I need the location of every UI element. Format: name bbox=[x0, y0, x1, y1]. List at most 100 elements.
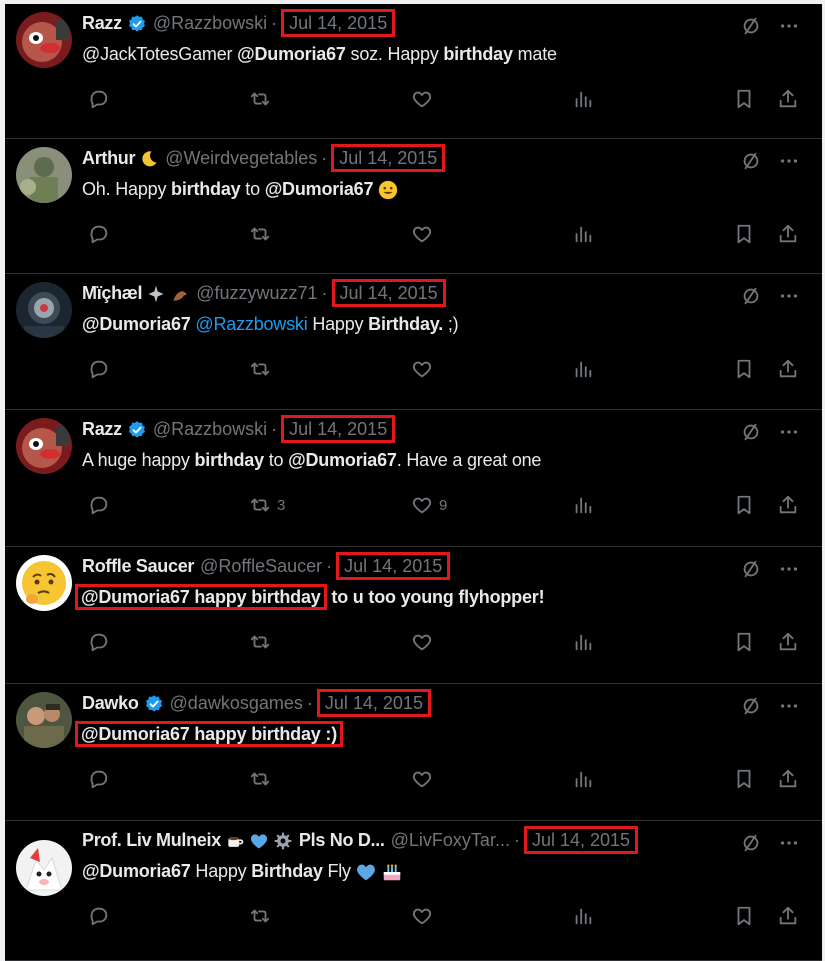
display-name[interactable]: Dawko bbox=[82, 693, 139, 713]
more-icon[interactable] bbox=[778, 150, 800, 172]
views-button[interactable] bbox=[572, 629, 594, 655]
text-fragment[interactable]: @JackTotesGamer bbox=[82, 44, 237, 64]
timestamp-highlighted[interactable]: Jul 14, 2015 bbox=[331, 279, 446, 307]
grok-icon[interactable] bbox=[740, 285, 762, 307]
user-handle[interactable]: @RoffleSaucer bbox=[200, 556, 322, 576]
timestamp-highlighted[interactable]: Jul 14, 2015 bbox=[281, 9, 396, 37]
display-name[interactable]: Roffle Saucer bbox=[82, 556, 194, 576]
bold-text[interactable]: @Dumoria67 bbox=[82, 861, 191, 881]
user-handle[interactable]: @Weirdvegetables bbox=[165, 148, 317, 168]
retweet-button[interactable] bbox=[249, 903, 271, 929]
more-icon[interactable] bbox=[778, 695, 800, 717]
share-button[interactable] bbox=[777, 629, 799, 655]
tweet[interactable]: Prof. Liv Mulneix Pls No D... @LivFoxyTar.… bbox=[5, 821, 822, 961]
display-name[interactable]: Mïçhæl bbox=[82, 283, 143, 303]
retweet-button[interactable] bbox=[249, 86, 271, 112]
bookmark-button[interactable] bbox=[733, 766, 755, 792]
user-handle[interactable]: @fuzzywuzz71 bbox=[196, 283, 317, 303]
user-handle[interactable]: @dawkosgames bbox=[170, 693, 303, 713]
views-button[interactable] bbox=[572, 492, 594, 518]
bookmark-button[interactable] bbox=[733, 903, 755, 929]
display-name[interactable]: Razz bbox=[82, 13, 122, 33]
timestamp-highlighted[interactable]: Jul 14, 2015 bbox=[281, 415, 396, 443]
tweet[interactable]: Roffle Saucer @RoffleSaucer · Jul 14, 2015 @… bbox=[5, 547, 822, 684]
views-button[interactable] bbox=[572, 221, 594, 247]
user-handle[interactable]: @Razzbowski bbox=[153, 419, 267, 439]
avatar[interactable] bbox=[16, 418, 72, 474]
reply-button[interactable] bbox=[88, 221, 110, 247]
bookmark-button[interactable] bbox=[733, 86, 755, 112]
display-name[interactable]: Razz bbox=[82, 419, 122, 439]
more-icon[interactable] bbox=[778, 421, 800, 443]
display-name-suffix[interactable]: Pls No D... bbox=[299, 830, 385, 850]
like-button[interactable] bbox=[411, 766, 433, 792]
bold-text[interactable]: @Dumoria67 bbox=[82, 314, 191, 334]
display-name[interactable]: Arthur bbox=[82, 148, 136, 168]
share-button[interactable] bbox=[777, 766, 799, 792]
like-button[interactable] bbox=[411, 356, 433, 382]
reply-button[interactable] bbox=[88, 356, 110, 382]
tweet[interactable]: Razz @Razzbowski · Jul 14, 2015 @JackTotesGa… bbox=[5, 4, 822, 139]
reply-button[interactable] bbox=[88, 766, 110, 792]
retweet-button[interactable]: 3 bbox=[249, 492, 285, 518]
bookmark-button[interactable] bbox=[733, 492, 755, 518]
bookmark-button[interactable] bbox=[733, 629, 755, 655]
like-button[interactable] bbox=[411, 903, 433, 929]
retweet-button[interactable] bbox=[249, 221, 271, 247]
like-button[interactable] bbox=[411, 86, 433, 112]
bold-text[interactable]: @Dumoria67 bbox=[265, 179, 374, 199]
retweet-button[interactable] bbox=[249, 629, 271, 655]
grok-icon[interactable] bbox=[740, 695, 762, 717]
grok-icon[interactable] bbox=[740, 558, 762, 580]
reply-button[interactable] bbox=[88, 492, 110, 518]
more-icon[interactable] bbox=[778, 15, 800, 37]
bold-text[interactable]: @Dumoria67 bbox=[237, 44, 346, 64]
mention-link[interactable]: @Razzbowski bbox=[195, 314, 307, 334]
tweet[interactable]: Dawko @dawkosgames · Jul 14, 2015 @Dumoria67… bbox=[5, 684, 822, 821]
like-button[interactable] bbox=[411, 221, 433, 247]
retweet-button[interactable] bbox=[249, 356, 271, 382]
like-button[interactable]: 9 bbox=[411, 492, 447, 518]
grok-icon[interactable] bbox=[740, 421, 762, 443]
timestamp-highlighted[interactable]: Jul 14, 2015 bbox=[523, 826, 639, 854]
tweet[interactable]: Razz @Razzbowski · Jul 14, 2015 A huge happy… bbox=[5, 410, 822, 547]
share-button[interactable] bbox=[777, 903, 799, 929]
grok-icon[interactable] bbox=[740, 150, 762, 172]
display-name[interactable]: Prof. Liv Mulneix bbox=[82, 830, 221, 850]
more-icon[interactable] bbox=[778, 832, 800, 854]
grok-icon[interactable] bbox=[740, 15, 762, 37]
avatar[interactable] bbox=[16, 692, 72, 748]
grok-icon[interactable] bbox=[740, 832, 762, 854]
bookmark-button[interactable] bbox=[733, 356, 755, 382]
retweet-button[interactable] bbox=[249, 766, 271, 792]
bold-text: Birthday bbox=[251, 861, 323, 881]
user-handle[interactable]: @Razzbowski bbox=[153, 13, 267, 33]
more-icon[interactable] bbox=[778, 285, 800, 307]
tweet[interactable]: Arthur @Weirdvegetables · Jul 14, 2015 Oh. H… bbox=[5, 139, 822, 274]
avatar[interactable] bbox=[16, 12, 72, 68]
reply-button[interactable] bbox=[88, 903, 110, 929]
timestamp-highlighted[interactable]: Jul 14, 2015 bbox=[316, 689, 431, 717]
share-button[interactable] bbox=[777, 86, 799, 112]
reply-button[interactable] bbox=[88, 86, 110, 112]
timestamp-highlighted[interactable]: Jul 14, 2015 bbox=[331, 144, 446, 172]
avatar[interactable] bbox=[16, 282, 72, 338]
views-button[interactable] bbox=[572, 766, 594, 792]
views-button[interactable] bbox=[572, 903, 594, 929]
share-button[interactable] bbox=[777, 221, 799, 247]
more-icon[interactable] bbox=[778, 558, 800, 580]
share-button[interactable] bbox=[777, 356, 799, 382]
share-button[interactable] bbox=[777, 492, 799, 518]
views-button[interactable] bbox=[572, 86, 594, 112]
reply-button[interactable] bbox=[88, 629, 110, 655]
views-button[interactable] bbox=[572, 356, 594, 382]
timestamp-highlighted[interactable]: Jul 14, 2015 bbox=[336, 552, 451, 580]
avatar[interactable] bbox=[16, 555, 72, 611]
user-handle[interactable]: @LivFoxyTar... bbox=[391, 830, 510, 850]
bold-text[interactable]: @Dumoria67 bbox=[288, 450, 397, 470]
avatar[interactable] bbox=[16, 840, 72, 896]
avatar[interactable] bbox=[16, 147, 72, 203]
like-button[interactable] bbox=[411, 629, 433, 655]
tweet[interactable]: Mïçhæl @fuzzywuzz71 · Jul 14, 2015 @Dumoria6… bbox=[5, 274, 822, 410]
bookmark-button[interactable] bbox=[733, 221, 755, 247]
